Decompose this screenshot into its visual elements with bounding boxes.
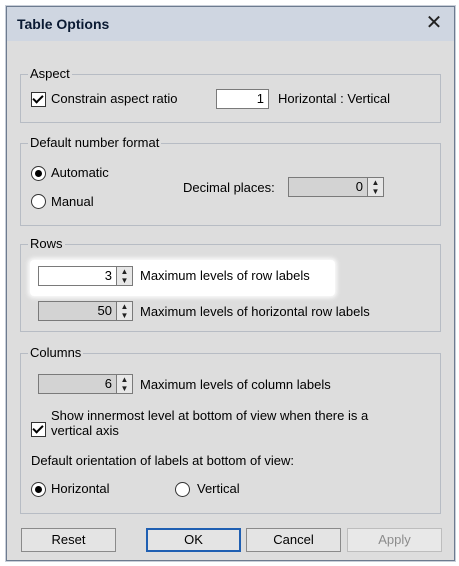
reset-button[interactable]: Reset	[21, 528, 116, 552]
horizontal-row-levels-value: 50	[97, 303, 112, 318]
show-innermost-label-line1: Show innermost level at bottom of view w…	[51, 408, 369, 423]
decimal-places-label: Decimal places:	[183, 180, 275, 195]
manual-radio[interactable]	[31, 194, 46, 209]
vertical-radio[interactable]	[175, 482, 190, 497]
decimal-places-spinner[interactable]: 0 ▲ ▼	[288, 177, 384, 197]
rows-legend: Rows	[28, 236, 65, 251]
spinner-buttons[interactable]: ▲ ▼	[116, 375, 132, 393]
vertical-label: Vertical	[197, 481, 240, 496]
spinner-buttons[interactable]: ▲ ▼	[367, 178, 383, 196]
close-icon[interactable]: ✕	[422, 11, 446, 35]
automatic-radio[interactable]	[31, 166, 46, 181]
row-levels-spinner[interactable]: 3 ▲ ▼	[38, 266, 133, 286]
number-format-legend: Default number format	[28, 135, 162, 150]
columns-legend: Columns	[28, 345, 84, 360]
columns-group: Columns 6 ▲ ▼ Maximum levels of column l…	[20, 345, 441, 514]
ok-button[interactable]: OK	[146, 528, 241, 552]
title-bar: Table Options ✕	[7, 7, 454, 41]
chevron-down-icon[interactable]: ▼	[117, 311, 132, 320]
row-levels-label: Maximum levels of row labels	[140, 268, 310, 283]
constrain-aspect-checkbox[interactable]	[31, 92, 46, 107]
aspect-group: Aspect Constrain aspect ratio 1 Horizont…	[20, 66, 441, 123]
column-levels-value: 6	[104, 376, 112, 391]
dialog-title: Table Options	[17, 16, 110, 32]
horizontal-radio[interactable]	[31, 482, 46, 497]
spinner-buttons[interactable]: ▲ ▼	[116, 302, 132, 320]
column-levels-label: Maximum levels of column labels	[140, 377, 331, 392]
apply-button[interactable]: Apply	[347, 528, 442, 552]
orientation-label: Default orientation of labels at bottom …	[31, 453, 295, 468]
horizontal-row-levels-spinner[interactable]: 50 ▲ ▼	[38, 301, 133, 321]
cancel-button[interactable]: Cancel	[246, 528, 341, 552]
chevron-down-icon[interactable]: ▼	[117, 276, 132, 285]
row-levels-value: 3	[104, 268, 112, 283]
chevron-up-icon[interactable]: ▲	[368, 178, 383, 187]
column-levels-spinner[interactable]: 6 ▲ ▼	[38, 374, 133, 394]
decimal-places-value: 0	[355, 179, 363, 194]
manual-label: Manual	[51, 194, 94, 209]
show-innermost-label-line2: vertical axis	[51, 423, 119, 438]
number-format-group: Default number format Automatic Manual D…	[20, 135, 441, 226]
horizontal-label: Horizontal	[51, 481, 110, 496]
spinner-buttons[interactable]: ▲ ▼	[116, 267, 132, 285]
chevron-up-icon[interactable]: ▲	[117, 302, 132, 311]
chevron-up-icon[interactable]: ▲	[117, 267, 132, 276]
chevron-down-icon[interactable]: ▼	[117, 384, 132, 393]
automatic-label: Automatic	[51, 165, 109, 180]
table-options-dialog: Table Options ✕ Aspect Constrain aspect …	[6, 6, 455, 561]
chevron-up-icon[interactable]: ▲	[117, 375, 132, 384]
constrain-aspect-label: Constrain aspect ratio	[51, 91, 178, 106]
show-innermost-checkbox[interactable]	[31, 422, 46, 437]
aspect-ratio-field[interactable]: 1	[216, 89, 269, 109]
horizontal-row-levels-label: Maximum levels of horizontal row labels	[140, 304, 370, 319]
aspect-ratio-label: Horizontal : Vertical	[278, 91, 390, 106]
aspect-legend: Aspect	[28, 66, 72, 81]
chevron-down-icon[interactable]: ▼	[368, 187, 383, 196]
